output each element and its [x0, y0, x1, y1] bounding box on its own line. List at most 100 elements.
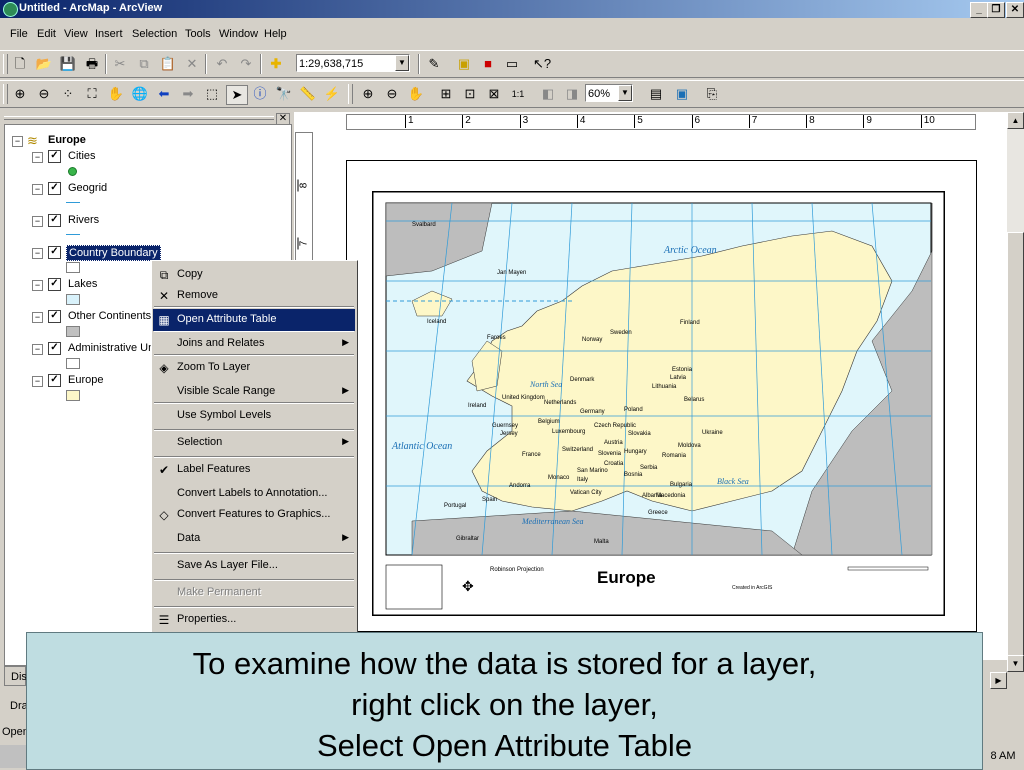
- arccatalog-icon[interactable]: ▣: [454, 55, 474, 73]
- menu-item-properties[interactable]: ☰ Properties...: [153, 609, 355, 631]
- fill-symbol-swatch[interactable]: [66, 390, 80, 401]
- fill-symbol-swatch[interactable]: [66, 358, 80, 369]
- restore-button[interactable]: ❐: [987, 2, 1005, 18]
- pan-icon[interactable]: ✋: [106, 85, 126, 103]
- layer-name[interactable]: Country Boundary: [66, 245, 161, 261]
- new-icon[interactable]: 🗋: [10, 55, 30, 73]
- close-button[interactable]: ✕: [1006, 2, 1024, 18]
- menu-tools[interactable]: Tools: [185, 28, 211, 40]
- menu-window[interactable]: Window: [219, 28, 258, 40]
- toc-grip[interactable]: [4, 116, 274, 120]
- collapse-icon[interactable]: −: [32, 216, 43, 227]
- full-extent-icon[interactable]: 🌐: [130, 85, 150, 103]
- drawing-toolbar-label[interactable]: Dra: [4, 694, 28, 718]
- layer-visibility-checkbox[interactable]: ✓: [48, 374, 61, 387]
- editor-toolbar-icon[interactable]: ✎: [424, 55, 444, 73]
- menu-item-remove[interactable]: ✕ Remove: [153, 285, 355, 307]
- toggle-draft-mode-icon[interactable]: ▤: [646, 85, 666, 103]
- toc-layer-country-boundary[interactable]: − ✓ Country Boundary: [5, 245, 285, 261]
- copy-icon[interactable]: ⧉: [134, 55, 154, 73]
- map-scale-combo[interactable]: 1:29,638,715 ▼: [296, 54, 410, 72]
- menu-edit[interactable]: Edit: [37, 28, 56, 40]
- menu-item-visible-scale-range[interactable]: Visible Scale Range ▶: [153, 381, 355, 403]
- delete-icon[interactable]: ✕: [182, 55, 202, 73]
- layout-pan-icon[interactable]: ✋: [406, 85, 426, 103]
- scroll-down-icon[interactable]: ▼: [1007, 655, 1024, 672]
- map-data-frame[interactable]: Arctic Ocean Atlantic Ocean North Sea Me…: [372, 191, 945, 616]
- layer-visibility-checkbox[interactable]: ✓: [48, 182, 61, 195]
- menu-item-open-attribute-table[interactable]: ▦ Open Attribute Table: [153, 309, 355, 331]
- arctoolbox-icon[interactable]: ■: [478, 55, 498, 73]
- layer-name[interactable]: Cities: [66, 149, 98, 163]
- chevron-down-icon[interactable]: ▼: [395, 55, 409, 71]
- layer-visibility-checkbox[interactable]: ✓: [48, 342, 61, 355]
- select-elements-icon[interactable]: ➤: [226, 85, 248, 105]
- save-icon[interactable]: 💾: [58, 55, 78, 73]
- scroll-thumb[interactable]: [1007, 232, 1024, 664]
- menu-item-joins-and-relates[interactable]: Joins and Relates ▶: [153, 333, 355, 355]
- menu-insert[interactable]: Insert: [95, 28, 123, 40]
- fixed-zoom-out-page-icon[interactable]: ⊠: [484, 85, 504, 103]
- tab-display[interactable]: Dis: [4, 666, 27, 686]
- go-forward-extent-icon[interactable]: ◨: [562, 85, 582, 103]
- menu-item-save-as-layer-file[interactable]: Save As Layer File...: [153, 555, 355, 577]
- menu-view[interactable]: View: [64, 28, 88, 40]
- layer-name[interactable]: Rivers: [66, 213, 101, 227]
- collapse-icon[interactable]: −: [32, 344, 43, 355]
- layer-name[interactable]: Administrative Un: [66, 341, 156, 355]
- fill-symbol-swatch[interactable]: [66, 262, 80, 273]
- layer-visibility-checkbox[interactable]: ✓: [48, 150, 61, 163]
- fill-symbol-swatch[interactable]: [66, 294, 80, 305]
- collapse-icon[interactable]: −: [32, 184, 43, 195]
- toolbar-grip[interactable]: [3, 54, 8, 74]
- fill-symbol-swatch[interactable]: [66, 326, 80, 337]
- identify-icon[interactable]: ⓘ: [250, 85, 270, 103]
- collapse-icon[interactable]: −: [32, 248, 43, 259]
- menu-item-zoom-to-layer[interactable]: ◈ Zoom To Layer: [153, 357, 355, 379]
- collapse-icon[interactable]: −: [32, 376, 43, 387]
- menu-item-convert-features-to-graphics[interactable]: ◇ Convert Features to Graphics...: [153, 504, 355, 526]
- menu-item-use-symbol-levels[interactable]: Use Symbol Levels: [153, 405, 355, 427]
- toc-layer-geogrid[interactable]: − ✓ Geogrid: [5, 181, 285, 197]
- redo-icon[interactable]: ↷: [236, 55, 256, 73]
- fixed-zoom-in-icon[interactable]: ⁘: [58, 85, 78, 103]
- taskbar-start[interactable]: [0, 745, 26, 768]
- go-back-extent-icon[interactable]: ◧: [538, 85, 558, 103]
- chevron-down-icon[interactable]: ▼: [618, 85, 632, 101]
- whats-this-help-icon[interactable]: ↖?: [532, 55, 552, 73]
- fixed-zoom-in-page-icon[interactable]: ⊡: [460, 85, 480, 103]
- minimize-button[interactable]: _: [970, 2, 988, 18]
- menu-file[interactable]: File: [10, 28, 28, 40]
- toc-layer-rivers[interactable]: − ✓ Rivers: [5, 213, 285, 229]
- toc-layer-cities[interactable]: − ✓ Cities: [5, 149, 285, 165]
- zoom-out-icon[interactable]: ⊖: [34, 85, 54, 103]
- find-icon[interactable]: 🔭: [274, 85, 294, 103]
- zoom-whole-page-icon[interactable]: ⊞: [436, 85, 456, 103]
- point-symbol-swatch[interactable]: [68, 167, 77, 176]
- menu-selection[interactable]: Selection: [132, 28, 177, 40]
- hyperlink-icon[interactable]: ⚡: [322, 85, 342, 103]
- layout-zoom-out-icon[interactable]: ⊖: [382, 85, 402, 103]
- layer-name[interactable]: Europe: [66, 373, 105, 387]
- zoom-percent-combo[interactable]: 60% ▼: [585, 84, 633, 102]
- layer-name[interactable]: Geogrid: [66, 181, 109, 195]
- print-icon[interactable]: 🖶: [82, 55, 102, 73]
- open-icon[interactable]: 📂: [34, 55, 54, 73]
- layer-visibility-checkbox[interactable]: ✓: [48, 310, 61, 323]
- collapse-icon[interactable]: −: [32, 152, 43, 163]
- command-line-icon[interactable]: ▭: [502, 55, 522, 73]
- change-layout-icon[interactable]: ⎘: [702, 85, 722, 103]
- menu-item-selection[interactable]: Selection ▶: [153, 432, 355, 454]
- fixed-zoom-out-icon[interactable]: ⛶: [82, 85, 102, 103]
- menu-item-data[interactable]: Data ▶: [153, 528, 355, 550]
- toolbar-grip[interactable]: [3, 84, 8, 104]
- back-extent-icon[interactable]: ⬅: [154, 85, 174, 103]
- menu-item-copy[interactable]: ⧉ Copy: [153, 264, 355, 286]
- zoom-100-icon[interactable]: 1:1: [508, 85, 528, 103]
- zoom-in-icon[interactable]: ⊕: [10, 85, 30, 103]
- arcmap-app-icon[interactable]: [3, 2, 18, 17]
- toc-root-dataframe[interactable]: − ≋ Europe: [5, 133, 285, 149]
- menu-item-label-features[interactable]: ✔ Label Features: [153, 459, 355, 481]
- cut-icon[interactable]: ✂: [110, 55, 130, 73]
- paste-icon[interactable]: 📋: [158, 55, 178, 73]
